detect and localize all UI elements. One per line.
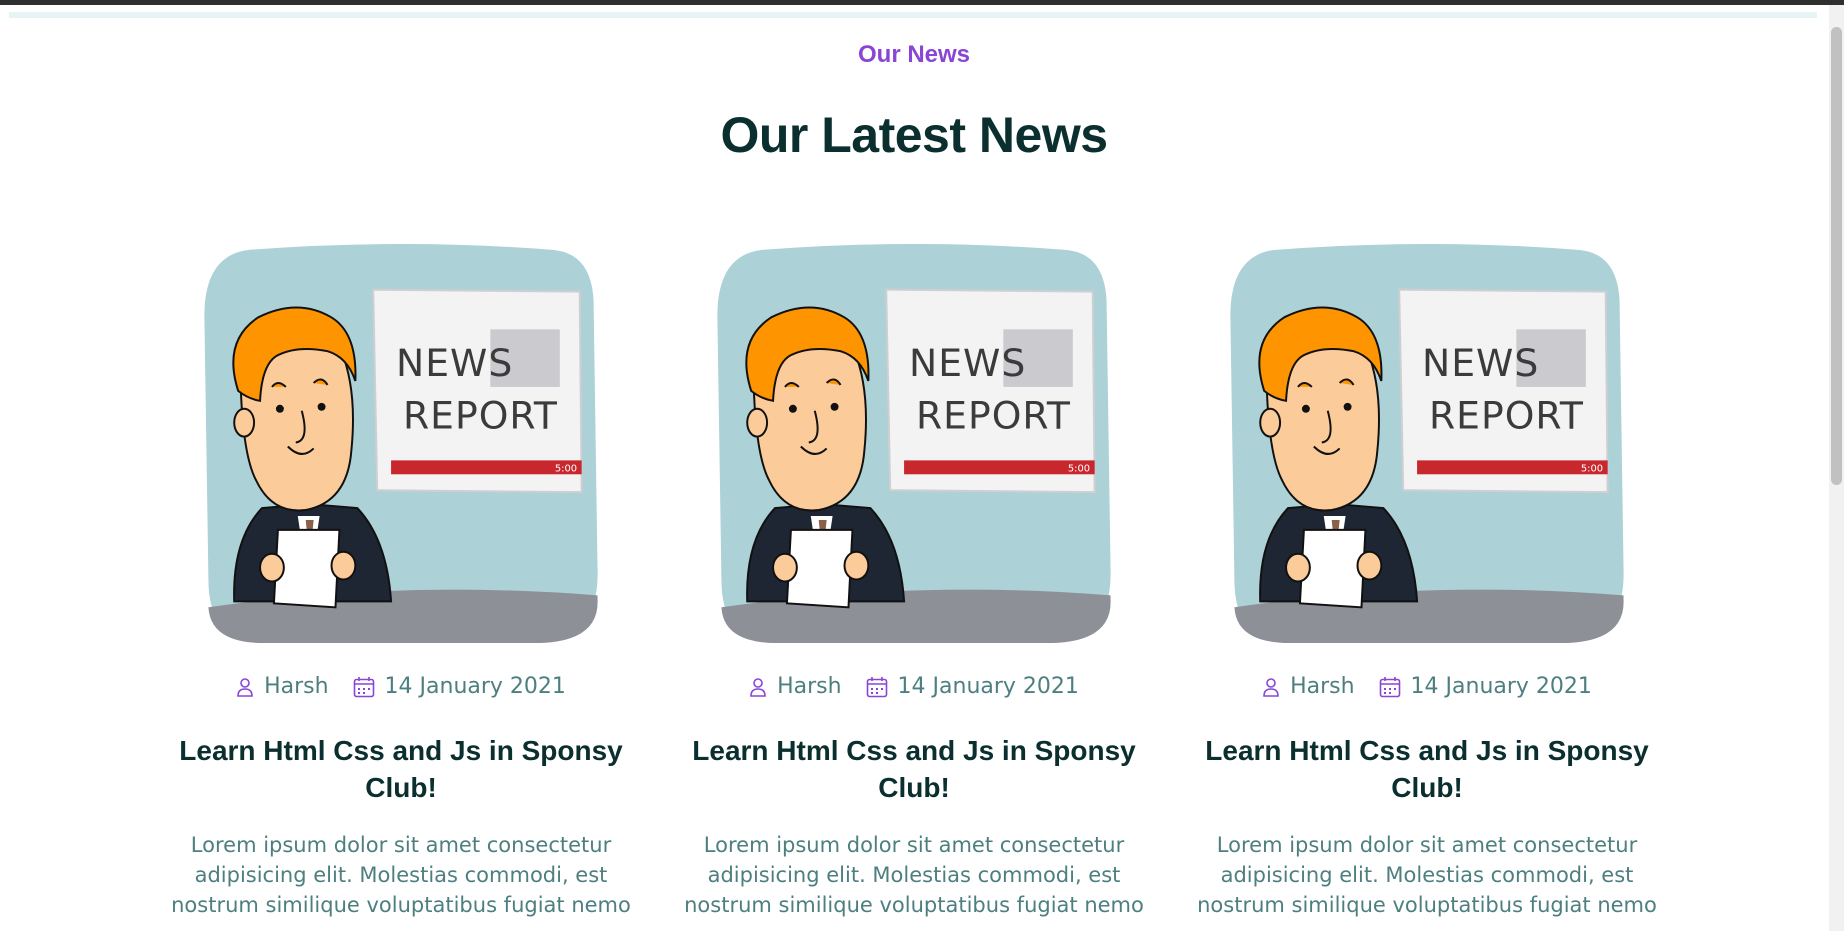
image-time: 5:00 — [555, 463, 577, 474]
author-meta[interactable]: Harsh — [1262, 674, 1355, 699]
post-title[interactable]: Learn Html Css and Js in Sponsy Club! — [679, 732, 1149, 806]
browser-top-edge — [0, 0, 1844, 5]
user-icon — [1263, 677, 1279, 697]
post-excerpt: Lorem ipsum dolor sit amet consectetur a… — [1197, 833, 1657, 917]
author-name: Harsh — [777, 674, 842, 699]
news-anchor-illustration: 5:00 NEWS REPORT — [717, 243, 1111, 644]
post-date: 14 January 2021 — [384, 674, 566, 699]
post-excerpt: Lorem ipsum dolor sit amet consectetur a… — [171, 833, 631, 917]
post-title[interactable]: Learn Html Css and Js in Sponsy Club! — [166, 732, 636, 806]
post-date: 14 January 2021 — [897, 674, 1079, 699]
user-icon — [237, 677, 253, 697]
calendar-icon — [866, 676, 887, 697]
image-report-text: REPORT — [1429, 394, 1584, 438]
author-meta[interactable]: Harsh — [749, 674, 842, 699]
image-time: 5:00 — [1581, 463, 1603, 474]
image-report-text: REPORT — [403, 394, 558, 438]
post-meta: Harsh 14 January 2021 — [679, 674, 1149, 699]
image-news-text: NEWS — [396, 341, 513, 385]
image-news-text: NEWS — [909, 341, 1026, 385]
date-meta: 14 January 2021 — [353, 674, 566, 699]
user-icon — [750, 677, 766, 697]
post-title[interactable]: Learn Html Css and Js in Sponsy Club! — [1192, 732, 1662, 806]
post-meta: Harsh 14 January 2021 — [1192, 674, 1662, 699]
page-scrollbar[interactable] — [1829, 5, 1844, 931]
news-anchor-illustration: 5:00 NEWS REPORT — [204, 243, 598, 644]
section-title: Our Latest News — [720, 107, 1108, 163]
section-divider — [9, 12, 1817, 18]
date-meta: 14 January 2021 — [1379, 674, 1592, 699]
author-meta[interactable]: Harsh — [236, 674, 329, 699]
post-excerpt: Lorem ipsum dolor sit amet consectetur a… — [684, 833, 1144, 917]
post-meta: Harsh 14 January 2021 — [166, 674, 636, 699]
image-report-text: REPORT — [916, 394, 1071, 438]
author-name: Harsh — [1290, 674, 1355, 699]
calendar-icon — [1379, 676, 1400, 697]
image-news-text: NEWS — [1422, 341, 1539, 385]
section-eyebrow: Our News — [857, 41, 971, 68]
date-meta: 14 January 2021 — [866, 674, 1079, 699]
post-date: 14 January 2021 — [1410, 674, 1592, 699]
author-name: Harsh — [264, 674, 329, 699]
news-anchor-illustration: 5:00 NEWS REPORT — [1230, 243, 1624, 644]
scrollbar-thumb[interactable] — [1831, 27, 1842, 485]
calendar-icon — [353, 676, 374, 697]
image-time: 5:00 — [1068, 463, 1090, 474]
